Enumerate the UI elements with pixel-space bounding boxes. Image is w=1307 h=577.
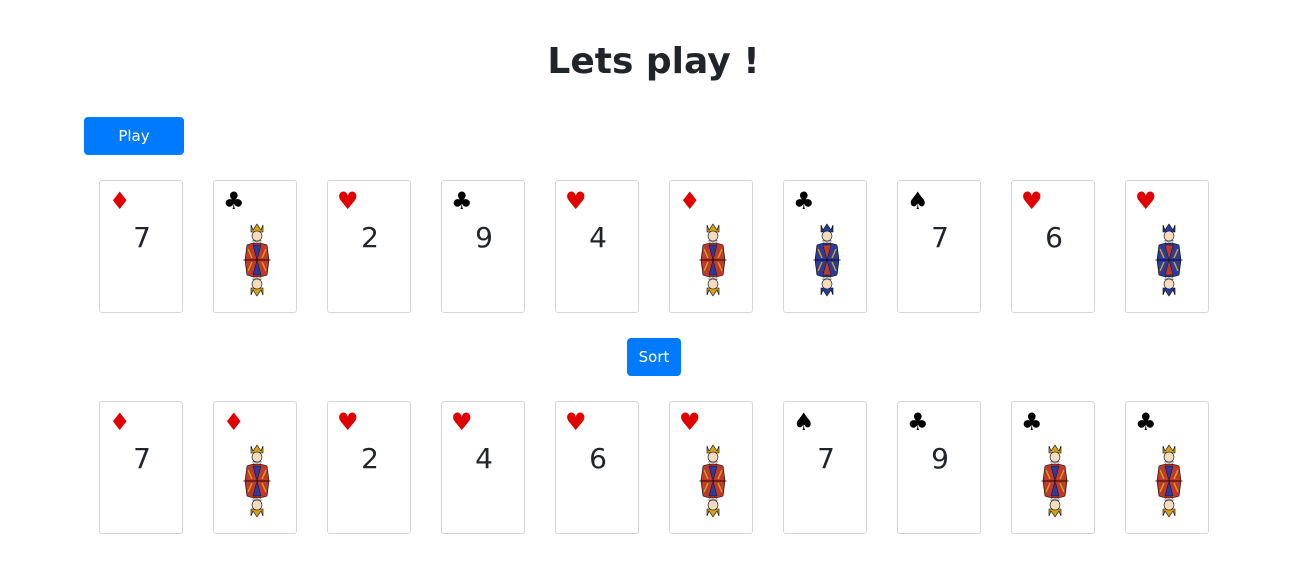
playing-card[interactable]: ♥ — [1125, 180, 1209, 313]
playing-card[interactable]: ♠ 7 — [783, 401, 867, 534]
card-rank: 9 — [931, 442, 949, 475]
club-icon: ♣ — [223, 187, 245, 215]
heart-icon: ♥ — [565, 187, 587, 215]
diamond-icon: ♦ — [109, 408, 131, 436]
playing-card[interactable]: ♣ — [1011, 401, 1095, 534]
card-rank: 7 — [931, 221, 949, 254]
club-icon: ♣ — [793, 187, 815, 215]
club-icon: ♣ — [1021, 408, 1043, 436]
card-rank: 7 — [133, 442, 151, 475]
playing-card[interactable]: ♣ — [783, 180, 867, 313]
card-rank: 4 — [589, 221, 607, 254]
playing-card[interactable]: ♦ 7 — [99, 401, 183, 534]
spade-icon: ♠ — [907, 187, 929, 215]
heart-icon: ♥ — [337, 408, 359, 436]
sorted-hand-row: ♦ 7 ♦ ♥ 2 ♥ 4 ♥ 6 ♥ ♠ 7 ♣ 9 ♣ ♣ — [99, 401, 1209, 534]
playing-card[interactable]: ♥ 2 — [327, 401, 411, 534]
club-icon: ♣ — [451, 187, 473, 215]
card-rank: 9 — [475, 221, 493, 254]
club-icon: ♣ — [907, 408, 929, 436]
card-rank: 2 — [361, 442, 379, 475]
card-rank: 6 — [1045, 221, 1063, 254]
diamond-icon: ♦ — [109, 187, 131, 215]
heart-icon: ♥ — [679, 408, 701, 436]
playing-card[interactable]: ♦ 7 — [99, 180, 183, 313]
club-icon: ♣ — [1135, 408, 1157, 436]
heart-icon: ♥ — [451, 408, 473, 436]
playing-card[interactable]: ♥ 6 — [1011, 180, 1095, 313]
card-rank: 2 — [361, 221, 379, 254]
card-rank: 7 — [817, 442, 835, 475]
playing-card[interactable]: ♣ — [213, 180, 297, 313]
sort-button[interactable]: Sort — [627, 338, 681, 376]
playing-card[interactable]: ♥ 2 — [327, 180, 411, 313]
heart-icon: ♥ — [1135, 187, 1157, 215]
playing-card[interactable]: ♠ 7 — [897, 180, 981, 313]
playing-card[interactable]: ♦ — [669, 180, 753, 313]
card-rank: 7 — [133, 221, 151, 254]
heart-icon: ♥ — [1021, 187, 1043, 215]
diamond-icon: ♦ — [223, 408, 245, 436]
diamond-icon: ♦ — [679, 187, 701, 215]
playing-card[interactable]: ♦ — [213, 401, 297, 534]
playing-card[interactable]: ♥ — [669, 401, 753, 534]
hand-row: ♦ 7 ♣ ♥ 2 ♣ 9 ♥ 4 ♦ ♣ ♠ 7 ♥ 6 ♥ — [99, 180, 1209, 313]
card-rank: 4 — [475, 442, 493, 475]
playing-card[interactable]: ♣ — [1125, 401, 1209, 534]
playing-card[interactable]: ♥ 4 — [441, 401, 525, 534]
heart-icon: ♥ — [565, 408, 587, 436]
play-again-button[interactable]: Play Again — [84, 117, 184, 181]
spade-icon: ♠ — [793, 408, 815, 436]
playing-card[interactable]: ♣ 9 — [897, 401, 981, 534]
page-title: Lets play ! — [547, 41, 760, 82]
playing-card[interactable]: ♥ 6 — [555, 401, 639, 534]
heart-icon: ♥ — [337, 187, 359, 215]
playing-card[interactable]: ♣ 9 — [441, 180, 525, 313]
playing-card[interactable]: ♥ 4 — [555, 180, 639, 313]
card-rank: 6 — [589, 442, 607, 475]
